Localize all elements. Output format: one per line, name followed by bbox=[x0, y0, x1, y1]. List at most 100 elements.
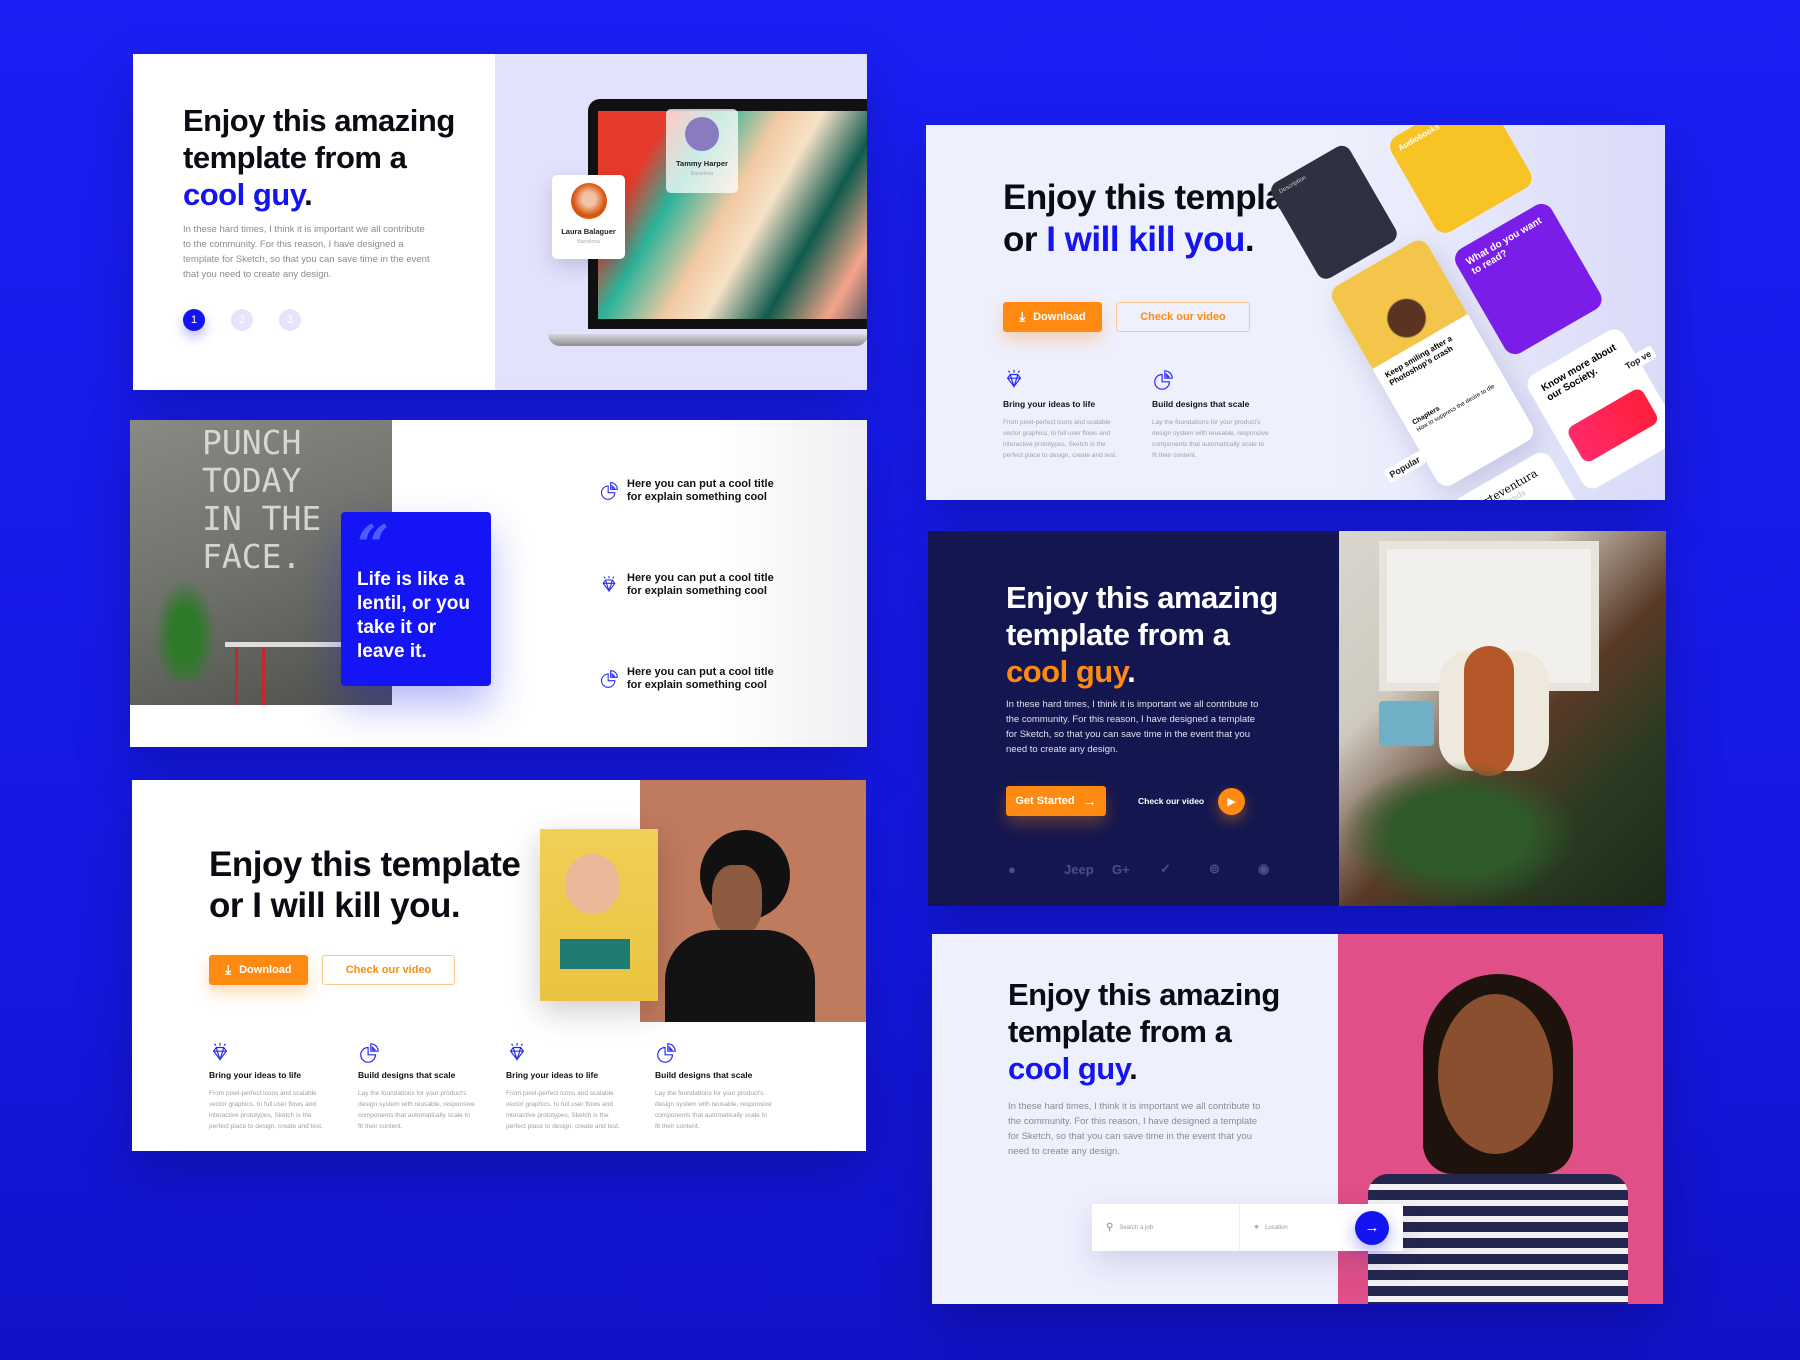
diamond-icon bbox=[1003, 369, 1025, 391]
slide-dark-hero: Enjoy this amazing template from a cool … bbox=[928, 531, 1666, 906]
desk-legs bbox=[235, 647, 265, 705]
quote-text: Life is like a lentil, or you take it or… bbox=[357, 569, 470, 662]
download-button[interactable]: ⤓ Download bbox=[209, 955, 308, 985]
quote-box: “ Life is like a lentil, or you take it … bbox=[341, 512, 491, 686]
heading-line: template from a bbox=[183, 140, 407, 175]
mockup-banner bbox=[1565, 386, 1661, 465]
wall-text: PUNCH bbox=[202, 423, 302, 462]
heading-prefix: or bbox=[1003, 220, 1047, 259]
feature-text: From pixel-perfect icons and scalable ve… bbox=[1003, 419, 1117, 459]
avatar bbox=[685, 117, 719, 151]
feature-text: From pixel-perfect icons and scalable ve… bbox=[209, 1090, 323, 1130]
google-plus-logo-icon: G+ bbox=[1112, 861, 1130, 877]
download-icon: ⤓ bbox=[225, 962, 232, 977]
feature-title: for explain something cool bbox=[627, 585, 767, 597]
search-icon: ⚲ bbox=[1106, 1222, 1114, 1233]
feature-item: Here you can put a cool title for explain… bbox=[599, 572, 774, 598]
heading-line: Enjoy this amazing bbox=[183, 103, 455, 138]
striped-top bbox=[1368, 1174, 1628, 1304]
download-button[interactable]: ⤓ Download bbox=[1003, 302, 1102, 332]
pie-chart-icon bbox=[655, 1042, 677, 1064]
pie-chart-icon bbox=[1152, 369, 1174, 391]
shirt bbox=[665, 930, 815, 1022]
hero-heading: Enjoy this amazing template from a cool … bbox=[1008, 976, 1280, 1087]
profile-location: Barcelona bbox=[690, 171, 714, 177]
hero-paragraph: In these hard times, I think it is impor… bbox=[1006, 699, 1259, 755]
feature-title: Here you can put a cool title bbox=[627, 572, 774, 584]
github-logo-icon: ◉ bbox=[1258, 861, 1270, 876]
check-video-link[interactable]: Check our video ▶ bbox=[1138, 787, 1246, 815]
download-label: Download bbox=[239, 964, 292, 976]
heading-line: Enjoy this amazing bbox=[1008, 977, 1280, 1012]
get-started-button[interactable]: Get Started → bbox=[1006, 786, 1106, 816]
search-submit-button[interactable]: → bbox=[1355, 1210, 1389, 1245]
profile-card-back: Tammy Harper Barcelona bbox=[666, 109, 738, 193]
mockup-text: Audiobooks bbox=[1396, 125, 1442, 153]
hero-heading: Enjoy this template or I will kill you. bbox=[209, 844, 521, 926]
get-started-label: Get Started bbox=[1015, 795, 1075, 807]
hero-heading: Enjoy this amazing template from a cool … bbox=[1006, 579, 1278, 690]
tripadvisor-logo-icon: ⊚ bbox=[1209, 861, 1220, 876]
feature-title: Here you can put a cool title bbox=[627, 478, 774, 490]
job-search-bar: ⚲ Search a job ⌖ Location → bbox=[1092, 1204, 1403, 1251]
pie-chart-icon bbox=[358, 1042, 380, 1064]
woman-figure bbox=[565, 854, 620, 914]
profile-location: Barcelona bbox=[577, 239, 600, 245]
mockup-text: Know more about our Society. bbox=[1539, 342, 1619, 404]
pie-chart-icon bbox=[599, 481, 619, 501]
profile-card-front: Laura Balaguer Barcelona bbox=[552, 175, 625, 259]
feature-item: Here you can put a cool title for explain… bbox=[599, 478, 774, 504]
plant bbox=[150, 570, 220, 680]
feature-text: Lay the foundations for your product's d… bbox=[655, 1090, 772, 1130]
slide-job-search: Enjoy this amazing template from a cool … bbox=[932, 934, 1663, 1304]
feature-title: Bring your ideas to life bbox=[1003, 399, 1096, 409]
mockup-text: Description bbox=[1278, 175, 1308, 196]
feature-item: Here you can put a cool title for explain… bbox=[599, 666, 774, 692]
page-1-button[interactable]: 1 bbox=[183, 309, 205, 331]
profile-name: Tammy Harper bbox=[676, 159, 728, 168]
heading-highlight: I will kill you bbox=[1046, 220, 1245, 259]
pagination: 1 2 3 bbox=[183, 309, 301, 331]
woman-yellow-photo bbox=[540, 829, 658, 1001]
location-placeholder: Location bbox=[1265, 1224, 1288, 1231]
face bbox=[712, 865, 762, 935]
location-input[interactable]: ⌖ Location bbox=[1240, 1204, 1355, 1251]
mockup-text: What do you want to read? bbox=[1464, 215, 1544, 278]
laptop-base bbox=[548, 334, 867, 346]
feature-title: Bring your ideas to life bbox=[209, 1070, 302, 1080]
record-player bbox=[1379, 701, 1434, 746]
page-2-button[interactable]: 2 bbox=[231, 309, 253, 331]
feature-text: Lay the foundations for your product's d… bbox=[358, 1090, 475, 1130]
feature-title: Build designs that scale bbox=[655, 1070, 753, 1080]
heading-end: . bbox=[1127, 654, 1136, 689]
download-icon: ⤓ bbox=[1019, 309, 1026, 324]
search-input[interactable]: ⚲ Search a job bbox=[1092, 1204, 1240, 1251]
top bbox=[560, 939, 630, 969]
heading-highlight: cool guy bbox=[1008, 1051, 1130, 1086]
quote-mark-icon: “ bbox=[357, 513, 390, 579]
heading-highlight: cool guy bbox=[1006, 654, 1128, 689]
video-label: Check our video bbox=[1138, 796, 1205, 806]
profile-name: Laura Balaguer bbox=[561, 227, 616, 236]
heading-highlight: cool guy bbox=[183, 177, 305, 212]
heading-line: or I will kill you. bbox=[209, 886, 461, 925]
slide-hero-laptop: Enjoy this amazing template from a cool … bbox=[133, 54, 867, 390]
feature-text: Lay the foundations for your product's d… bbox=[1152, 419, 1269, 459]
page-3-button[interactable]: 3 bbox=[279, 309, 301, 331]
man-with-guitar-photo bbox=[1339, 531, 1666, 906]
check-video-button[interactable]: Check our video bbox=[1116, 302, 1250, 332]
heading-line: Enjoy this amazing bbox=[1006, 580, 1278, 615]
avatar bbox=[570, 183, 607, 219]
face bbox=[1438, 994, 1553, 1154]
diamond-icon bbox=[599, 575, 619, 595]
feature-title: Here you can put a cool title bbox=[627, 666, 774, 678]
heading-end: . bbox=[304, 177, 313, 212]
diamond-icon bbox=[506, 1042, 528, 1064]
arrow-right-icon: → bbox=[1082, 793, 1097, 809]
arrow-right-icon: → bbox=[1364, 1219, 1380, 1236]
feature-title: Build designs that scale bbox=[358, 1070, 456, 1080]
feature-title: Build designs that scale bbox=[1152, 399, 1250, 409]
check-video-button[interactable]: Check our video bbox=[322, 955, 455, 985]
play-icon[interactable]: ▶ bbox=[1218, 787, 1246, 815]
location-pin-icon: ⌖ bbox=[1254, 1222, 1260, 1232]
